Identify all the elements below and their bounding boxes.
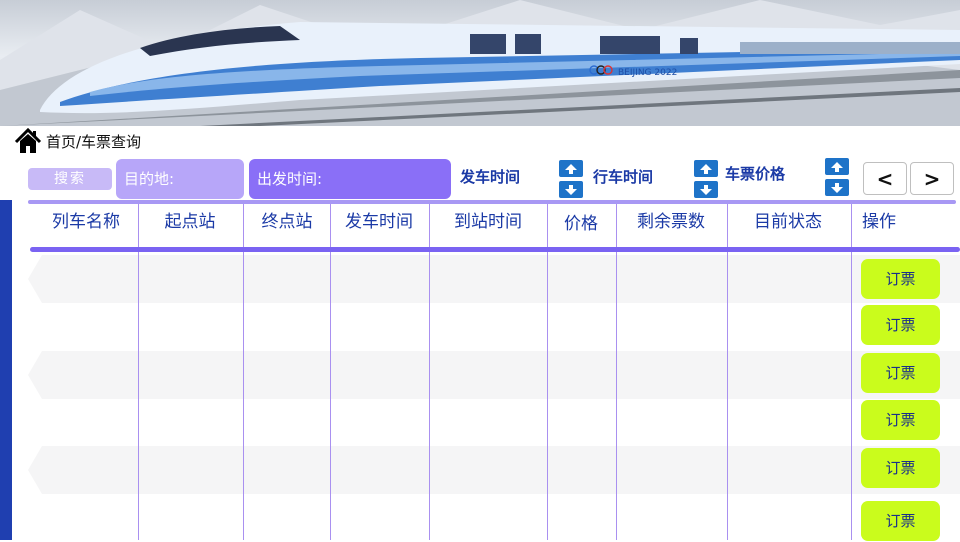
column-divider [330, 204, 331, 540]
column-divider [138, 204, 139, 540]
column-header-destination: 终点站 [261, 212, 313, 232]
header-banner: BEIJING 2022 [0, 0, 960, 126]
next-page-button[interactable]: > [910, 162, 954, 195]
book-ticket-button[interactable]: 订票 [861, 448, 940, 488]
column-header-remaining-tickets: 剩余票数 [637, 212, 705, 232]
sort-price-label: 车票价格 [725, 165, 786, 183]
column-divider [851, 204, 852, 540]
column-divider [243, 204, 244, 540]
column-header-arrival-time: 到站时间 [454, 212, 522, 232]
column-header-price: 价格 [564, 214, 598, 234]
breadcrumb: 首页/车票查询 [14, 126, 141, 156]
sort-departure-label: 发车时间 [460, 168, 521, 186]
arrow-down-icon[interactable] [825, 179, 849, 196]
column-header-origin: 起点站 [164, 212, 216, 232]
arrow-up-icon[interactable] [825, 158, 849, 175]
header-divider [30, 247, 960, 252]
train-banner-image: BEIJING 2022 [0, 0, 960, 126]
sort-departure-arrows [559, 160, 583, 198]
book-ticket-button[interactable]: 订票 [861, 305, 940, 345]
book-ticket-button[interactable]: 订票 [861, 353, 940, 393]
table-row [28, 446, 960, 494]
departure-time-field[interactable]: 出发时间: [249, 159, 451, 199]
chevron-left-icon: < [876, 166, 894, 191]
sort-price-arrows [825, 158, 849, 196]
column-header-status: 目前状态 [754, 212, 822, 232]
arrow-down-icon[interactable] [559, 181, 583, 198]
column-header-action: 操作 [862, 212, 896, 232]
column-divider [616, 204, 617, 540]
left-accent-bar [0, 200, 12, 540]
chevron-right-icon: > [923, 166, 941, 191]
sort-duration-label: 行车时间 [593, 168, 654, 186]
table-row [28, 351, 960, 399]
column-divider [429, 204, 430, 540]
column-divider [547, 204, 548, 540]
book-ticket-button[interactable]: 订票 [861, 501, 940, 541]
prev-page-button[interactable]: < [863, 162, 907, 195]
book-ticket-button[interactable]: 订票 [861, 259, 940, 299]
arrow-up-icon[interactable] [694, 160, 718, 177]
table-row [28, 494, 960, 542]
table-row [28, 399, 960, 447]
breadcrumb-text[interactable]: 首页/车票查询 [46, 131, 141, 152]
home-icon[interactable] [14, 127, 42, 155]
arrow-up-icon[interactable] [559, 160, 583, 177]
destination-field[interactable]: 目的地: [116, 159, 244, 199]
column-header-train-name: 列车名称 [52, 212, 120, 232]
toolbar-divider [28, 200, 956, 204]
banner-livery-text: BEIJING 2022 [618, 68, 677, 78]
table-row [28, 303, 960, 351]
sort-duration-arrows [694, 160, 718, 198]
column-header-departure-time: 发车时间 [345, 212, 413, 232]
column-divider [727, 204, 728, 540]
arrow-down-icon[interactable] [694, 181, 718, 198]
table-row [28, 255, 960, 303]
search-button[interactable]: 搜索 [28, 168, 112, 190]
book-ticket-button[interactable]: 订票 [861, 400, 940, 440]
